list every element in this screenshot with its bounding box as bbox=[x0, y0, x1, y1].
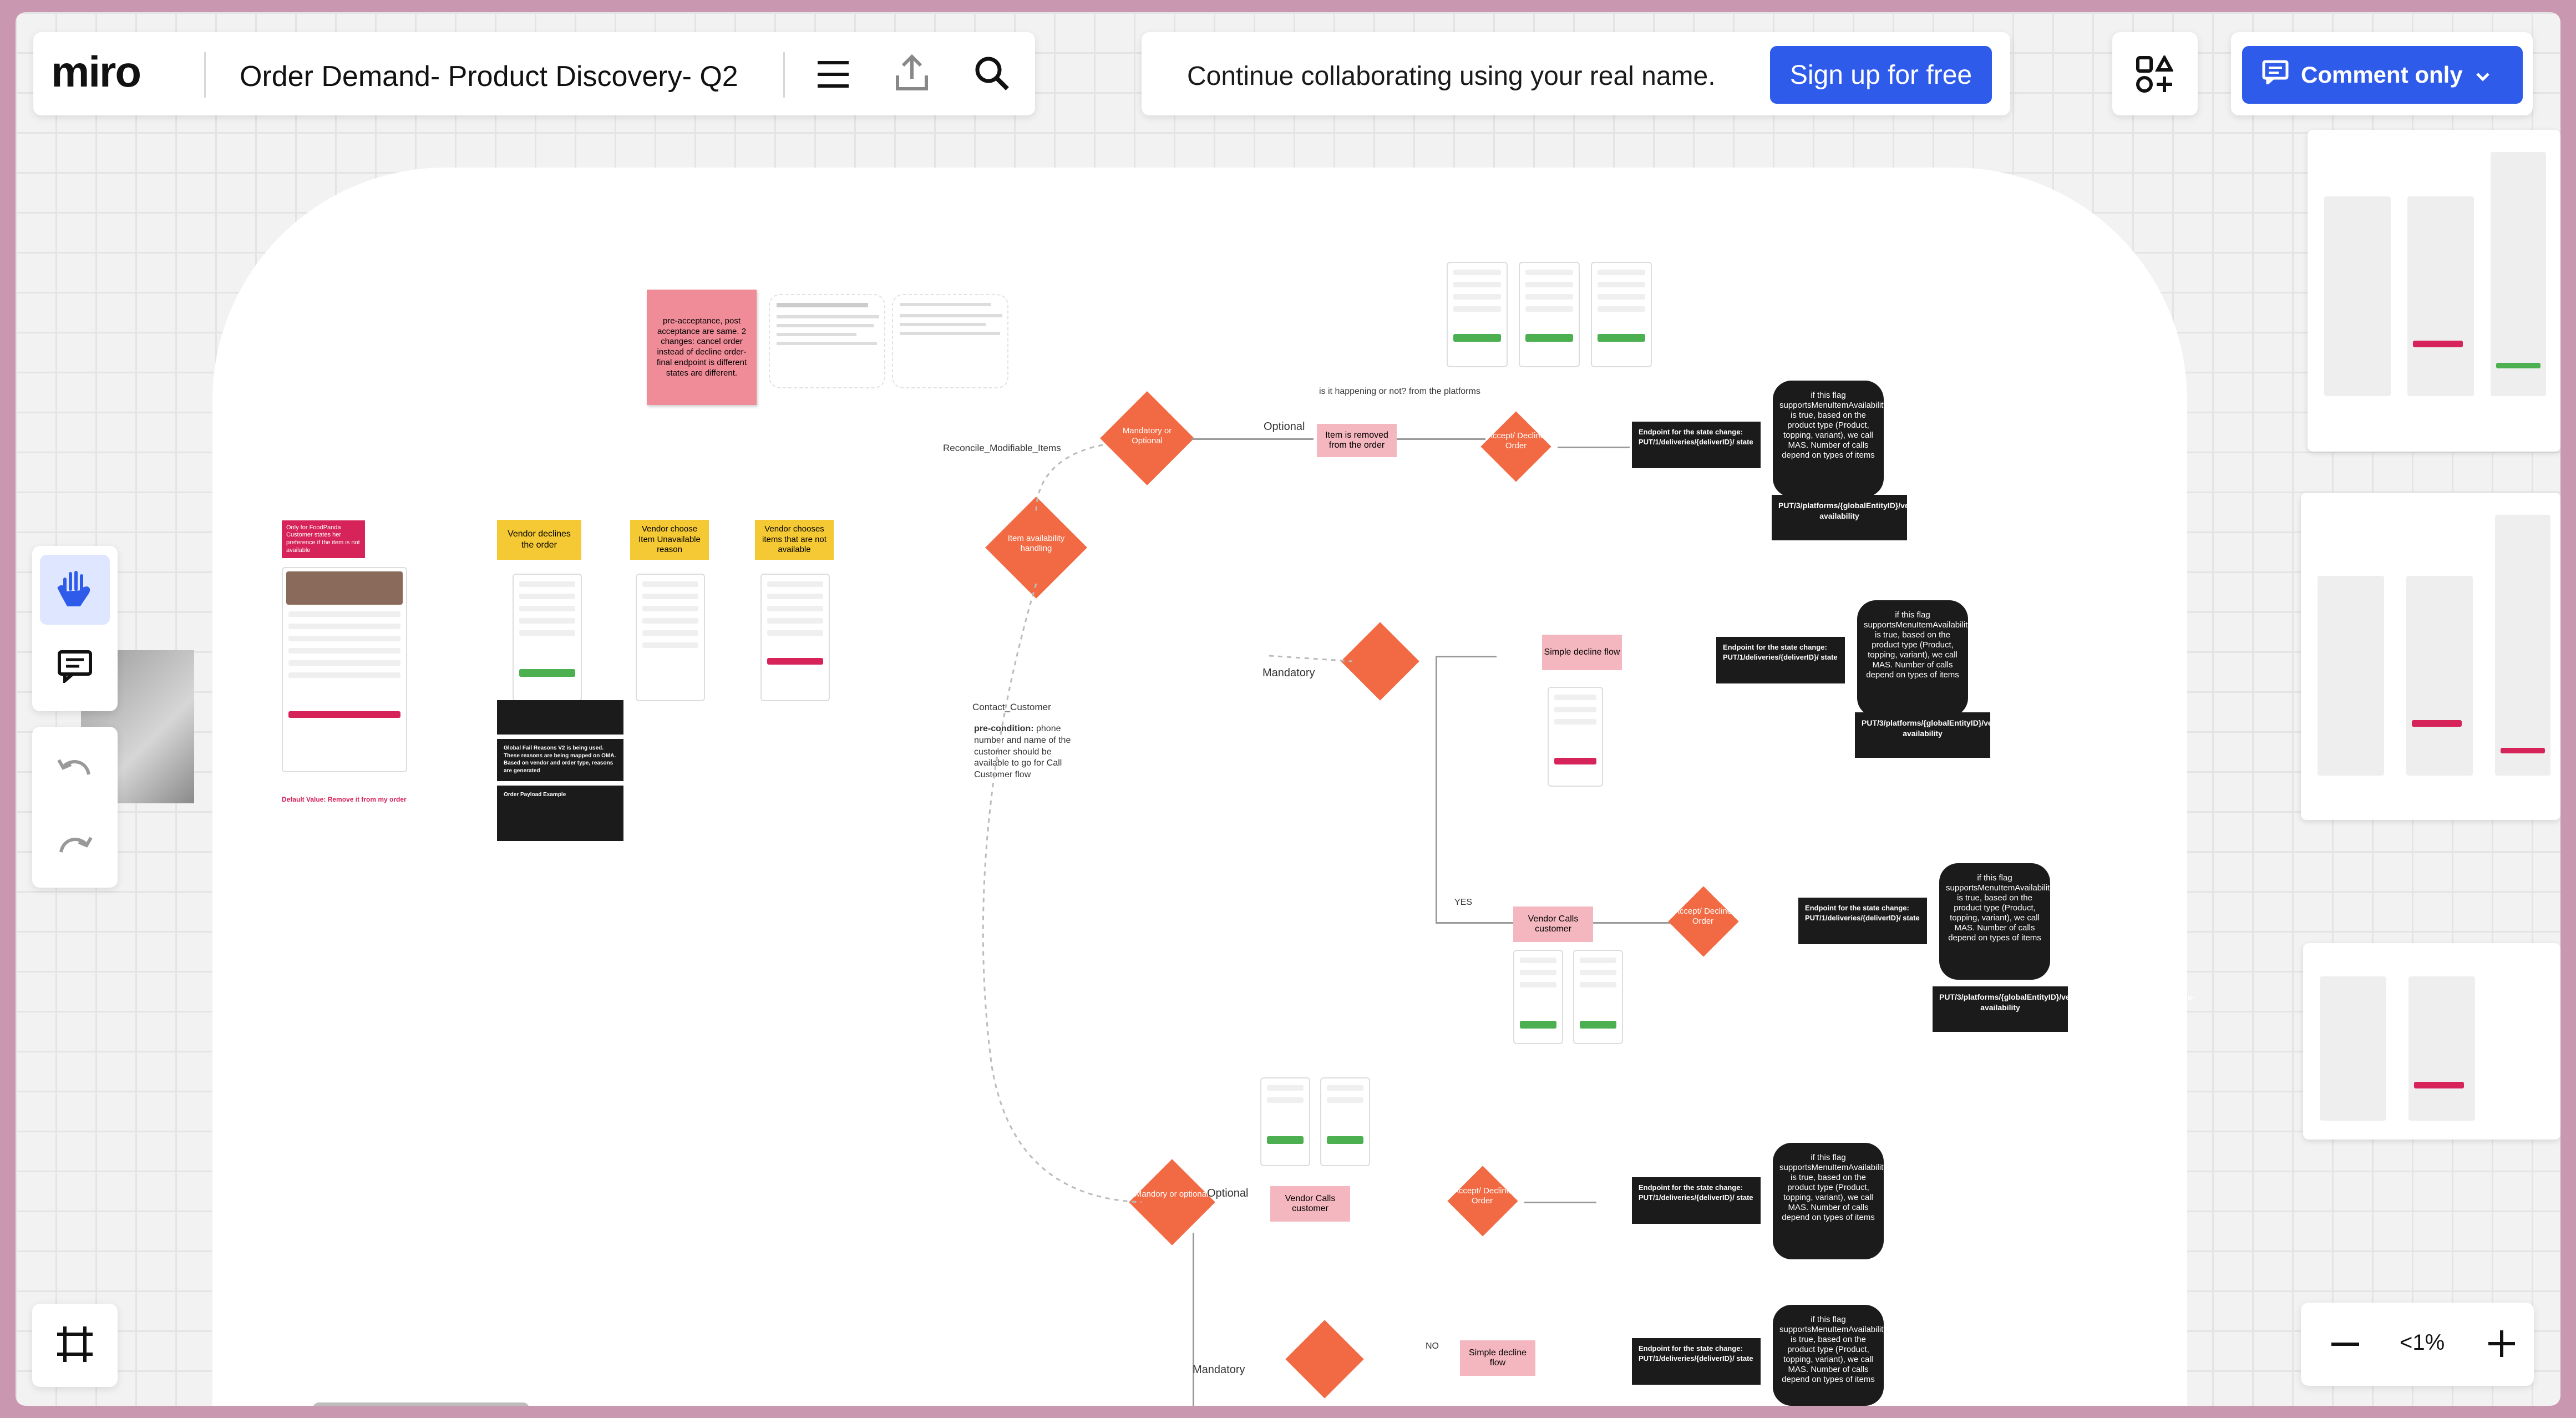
search-icon[interactable] bbox=[974, 55, 1011, 92]
comment-icon bbox=[2262, 60, 2289, 90]
comment-icon bbox=[57, 650, 93, 686]
shapes-plus-icon[interactable] bbox=[2136, 54, 2174, 93]
minus-icon bbox=[2331, 1340, 2359, 1350]
sign-up-button[interactable]: Sign up for free bbox=[1770, 46, 1992, 104]
divider bbox=[204, 52, 206, 98]
frames-button[interactable] bbox=[32, 1304, 118, 1387]
hand-icon bbox=[57, 569, 93, 611]
comment-only-button[interactable]: Comment only bbox=[2242, 46, 2523, 104]
horizontal-scrollbar[interactable] bbox=[313, 1402, 529, 1406]
plus-icon bbox=[2488, 1330, 2515, 1360]
zoom-out-button[interactable] bbox=[2329, 1328, 2362, 1361]
upload-icon[interactable] bbox=[895, 53, 929, 92]
redo-button[interactable] bbox=[55, 832, 94, 865]
collaboration-message: Continue collaborating using your real n… bbox=[1187, 62, 1716, 91]
frame-thumbnail-3[interactable] bbox=[2303, 943, 2560, 1140]
divider bbox=[783, 52, 785, 98]
whiteboard-canvas[interactable]: pre-acceptance, post acceptance are same… bbox=[16, 12, 2560, 1406]
zoom-level[interactable]: <1% bbox=[2400, 1330, 2445, 1355]
frame-thumbnail-1[interactable] bbox=[2308, 130, 2560, 452]
zoom-in-button[interactable] bbox=[2485, 1328, 2518, 1361]
undo-button[interactable] bbox=[55, 754, 94, 788]
redo-icon bbox=[55, 837, 94, 868]
comment-tool-button[interactable] bbox=[40, 632, 110, 702]
hand-tool-button[interactable] bbox=[40, 555, 110, 625]
frame-icon bbox=[55, 1324, 95, 1367]
undo-icon bbox=[55, 759, 94, 790]
comment-only-label: Comment only bbox=[2301, 62, 2463, 88]
chevron-down-icon bbox=[2475, 62, 2491, 88]
miro-logo[interactable]: miro bbox=[51, 47, 141, 97]
dashed-connectors bbox=[982, 444, 1353, 1203]
hamburger-menu-icon[interactable] bbox=[818, 60, 849, 89]
board-title[interactable]: Order Demand- Product Discovery- Q2 bbox=[240, 60, 738, 93]
frame-thumbnail-2[interactable] bbox=[2301, 493, 2560, 820]
